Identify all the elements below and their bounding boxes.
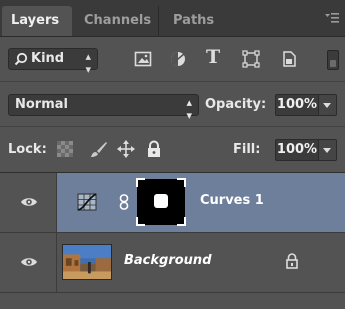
tab-layers[interactable]: Layers — [2, 6, 72, 36]
lock-transparent-pixels-icon[interactable] — [56, 140, 74, 158]
visibility-toggle[interactable] — [0, 233, 57, 292]
mask-selection-corner — [177, 217, 186, 226]
lock-label: Lock: — [8, 142, 47, 157]
adjustment-filter-icon[interactable] — [169, 50, 187, 68]
filter-toggle-switch[interactable] — [327, 50, 339, 70]
layer-row-curves[interactable]: Curves 1 — [0, 173, 345, 233]
opacity-input[interactable]: 100% — [275, 94, 319, 116]
mask-shape — [154, 194, 168, 208]
filter-kind-select[interactable]: Kind ▴ ▾ — [8, 48, 98, 76]
filter-kind-label: Kind — [31, 51, 65, 66]
lock-icon[interactable] — [285, 252, 299, 270]
eye-icon — [21, 258, 37, 266]
layer-mask-thumbnail[interactable] — [136, 178, 186, 226]
layers-panel: Layers Channels Paths Kind ▴ ▾ T Normal … — [0, 0, 345, 309]
lock-row: Lock: Fill: 100% — [0, 127, 345, 173]
fill-input[interactable]: 100% — [275, 139, 319, 161]
tab-channels[interactable]: Channels — [75, 6, 159, 36]
shape-filter-icon[interactable] — [242, 50, 260, 68]
mask-selection-corner — [136, 217, 145, 226]
tab-paths[interactable]: Paths — [164, 6, 224, 36]
layers-list: Curves 1 Background — [0, 173, 345, 309]
layer-body[interactable]: Background — [57, 233, 345, 292]
mask-link-icon[interactable] — [119, 194, 129, 210]
image-filter-icon[interactable] — [134, 50, 152, 68]
select-arrows-icon: ▴ ▾ — [186, 96, 192, 122]
fill-dropdown-button[interactable] — [319, 139, 337, 161]
opacity-dropdown-button[interactable] — [319, 94, 337, 116]
blend-mode-row: Normal ▴ ▾ Opacity: 100% — [0, 82, 345, 127]
fill-label: Fill: — [233, 142, 261, 157]
layers-list-empty-space — [0, 293, 345, 309]
layer-body-selected[interactable]: Curves 1 — [57, 173, 345, 232]
lock-image-pixels-icon[interactable] — [90, 140, 108, 158]
search-icon — [14, 52, 28, 66]
lock-all-icon[interactable] — [145, 140, 163, 158]
eye-icon — [21, 198, 37, 206]
blend-mode-select[interactable]: Normal ▴ ▾ — [8, 94, 199, 122]
select-arrows-icon: ▴ ▾ — [85, 50, 91, 76]
smart-object-filter-icon[interactable] — [280, 50, 298, 68]
panel-tab-bar: Layers Channels Paths — [0, 0, 345, 37]
layer-name[interactable]: Background — [124, 253, 212, 268]
panel-menu-icon[interactable] — [325, 11, 339, 25]
background-image-thumbnail[interactable] — [62, 244, 112, 280]
layer-filter-row: Kind ▴ ▾ T — [0, 37, 345, 82]
mask-selection-corner — [136, 178, 145, 187]
curves-adjustment-icon — [77, 193, 97, 211]
mask-selection-corner — [177, 178, 186, 187]
blend-mode-label: Normal — [15, 97, 68, 112]
layer-name[interactable]: Curves 1 — [200, 193, 264, 208]
layer-row-background[interactable]: Background — [0, 233, 345, 293]
opacity-label: Opacity: — [205, 97, 267, 112]
lock-position-icon[interactable] — [117, 140, 135, 158]
visibility-toggle[interactable] — [0, 173, 57, 232]
type-filter-icon[interactable]: T — [206, 46, 224, 68]
